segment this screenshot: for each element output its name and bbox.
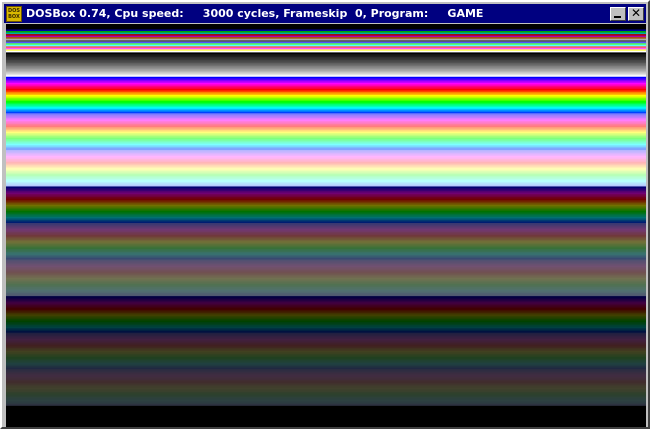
window-title: DOSBox 0.74, Cpu speed: 3000 cycles, Fra… [26,7,484,20]
close-icon: ✕ [630,5,642,20]
palette-stripe [6,416,646,419]
minimize-icon [614,15,621,18]
dosbox-app-icon[interactable]: DOS BOX [6,5,22,22]
palette-stripes [6,28,646,419]
close-button[interactable]: ✕ [628,5,644,21]
dos-screen[interactable] [6,24,646,427]
title-bar[interactable]: DOS BOX DOSBox 0.74, Cpu speed: 3000 cyc… [4,4,646,23]
minimize-button[interactable] [610,6,626,21]
dosbox-window: DOS BOX DOSBox 0.74, Cpu speed: 3000 cyc… [0,0,650,429]
icon-text-bottom: BOX [8,13,20,20]
vga-palette-display [6,28,646,419]
